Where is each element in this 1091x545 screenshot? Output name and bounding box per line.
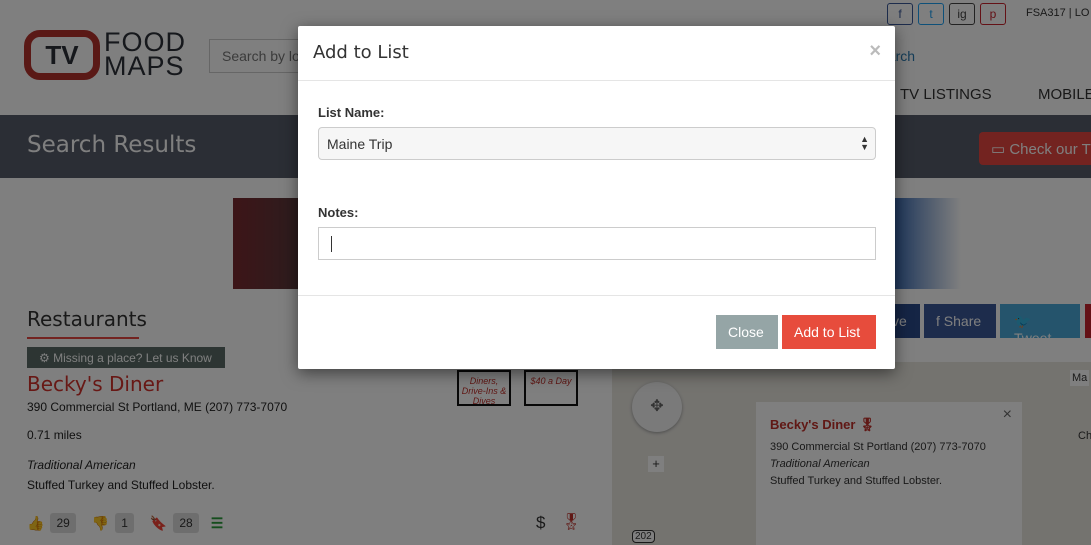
- notes-label: Notes:: [318, 205, 359, 220]
- modal-title: Add to List: [313, 42, 409, 63]
- close-button[interactable]: Close: [716, 315, 778, 349]
- add-to-list-modal: Add to List × List Name: Maine Trip ▲ ▼ No…: [298, 26, 895, 369]
- add-to-list-button[interactable]: Add to List: [782, 315, 876, 349]
- list-name-value: Maine Trip: [327, 136, 393, 152]
- text-cursor: [331, 236, 332, 252]
- select-arrows-icon: ▲ ▼: [860, 134, 869, 152]
- list-name-label: List Name:: [318, 105, 385, 120]
- notes-input[interactable]: [318, 227, 876, 260]
- list-name-select[interactable]: Maine Trip ▲ ▼: [318, 127, 876, 160]
- close-icon[interactable]: ×: [869, 40, 881, 63]
- modal-header: Add to List: [298, 26, 895, 81]
- modal-footer-divider: [298, 295, 895, 296]
